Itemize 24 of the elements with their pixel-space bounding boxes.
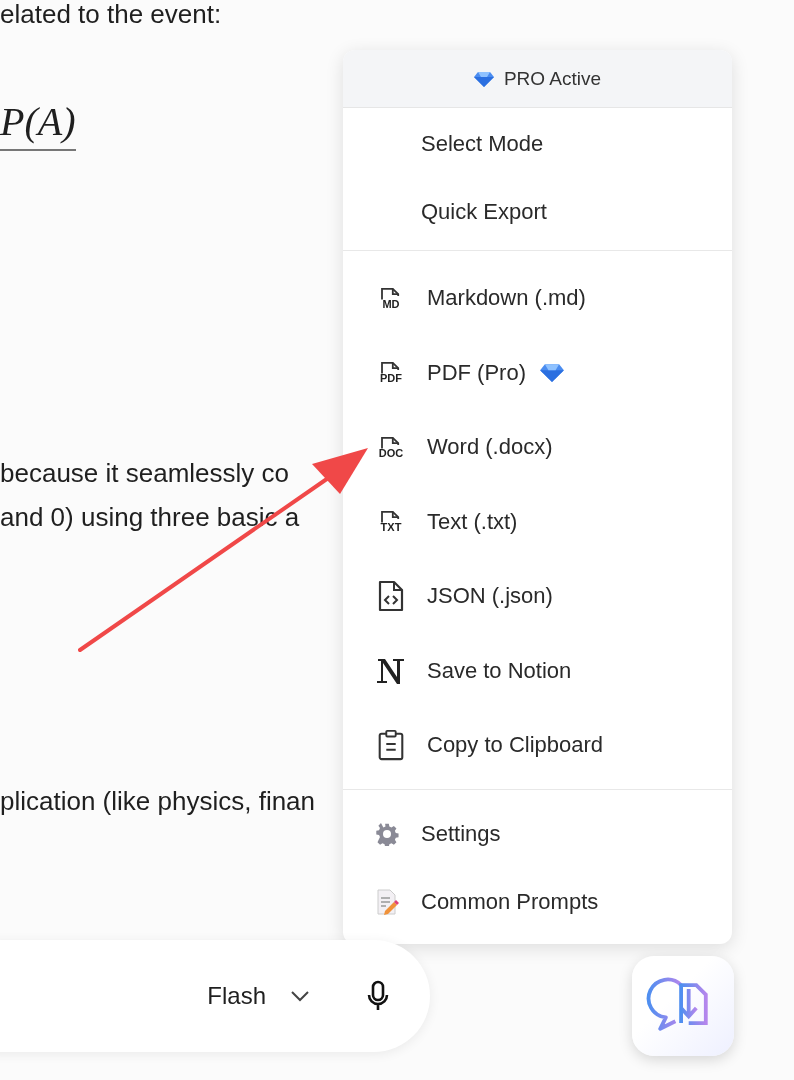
body-text: elated to the event: [0, 0, 222, 31]
menu-item[interactable]: Save to Notion [343, 633, 732, 708]
menu-item[interactable]: JSON (.json) [343, 559, 732, 634]
microphone-icon[interactable] [366, 980, 390, 1012]
menu-item[interactable]: MD Markdown (.md) [343, 261, 732, 336]
note-pencil-icon [375, 888, 399, 915]
math-formula: P(A) [0, 98, 76, 151]
pro-status: PRO Active [503, 67, 602, 90]
export-app-button[interactable] [632, 956, 734, 1056]
chevron-down-icon [290, 990, 310, 1002]
menu-item[interactable]: PDF PDF (Pro) [343, 335, 732, 410]
menu-item[interactable]: TXT Text (.txt) [343, 484, 732, 559]
menu-item[interactable]: Quick Export [343, 178, 732, 246]
model-selector[interactable]: Flash [201, 981, 316, 1011]
settings-icon [375, 821, 399, 846]
diamond-icon [473, 70, 494, 87]
menu-item[interactable]: Copy to Clipboard [343, 708, 732, 783]
body-text: plication (like physics, finan [0, 785, 316, 818]
menu-item[interactable]: Common Prompts [343, 867, 732, 936]
menu-item[interactable]: Settings [343, 799, 732, 868]
menu-item[interactable]: Select Mode [343, 110, 732, 178]
menu-item[interactable]: DOC Word (.docx) [343, 410, 732, 485]
body-text: because it seamlessly co [0, 457, 290, 490]
notion-icon [375, 656, 407, 685]
